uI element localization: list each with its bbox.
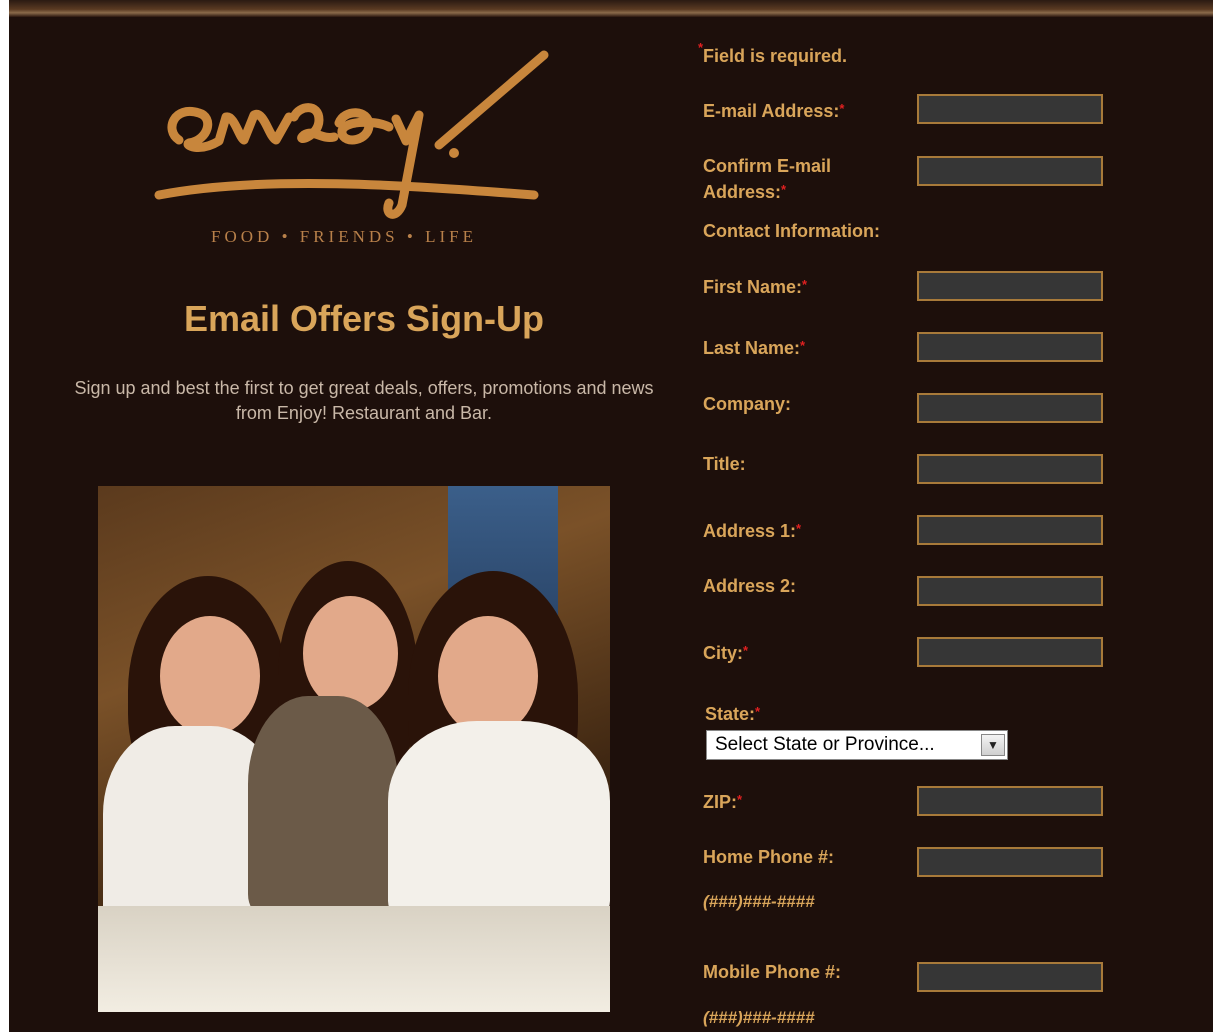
photo-table: [98, 906, 610, 1012]
logo-script: [154, 50, 549, 219]
photo-person-face: [303, 596, 398, 711]
company-label: Company:: [703, 394, 792, 414]
mobile-phone-field[interactable]: [917, 962, 1103, 992]
mobile-phone-label: Mobile Phone #:: [703, 962, 842, 982]
required-note-text: Field is required.: [703, 46, 848, 66]
photo-person-shirt: [388, 721, 610, 921]
top-bar: [9, 0, 1213, 17]
zip-label: ZIP:*: [703, 792, 743, 812]
page-intro: Sign up and best the first to get great …: [74, 378, 654, 423]
enjoy-logo[interactable]: [144, 30, 574, 250]
brand-tagline: FOOD • FRIENDS • LIFE: [211, 227, 477, 246]
address2-label: Address 2:: [703, 576, 797, 596]
home-phone-label: Home Phone #:: [703, 847, 835, 867]
last-name-label: Last Name:*: [703, 338, 806, 358]
logo-dot: [449, 148, 459, 158]
city-label: City:*: [703, 643, 749, 663]
photo-person-face: [438, 616, 538, 736]
address1-label: Address 1:*: [703, 521, 802, 541]
confirm-email-label: Confirm E-mail Address:*: [703, 156, 832, 202]
email-field[interactable]: [917, 94, 1103, 124]
zip-field[interactable]: [917, 786, 1103, 816]
first-name-field[interactable]: [917, 271, 1103, 301]
address2-field[interactable]: [917, 576, 1103, 606]
state-select-value: Select State or Province...: [715, 734, 935, 755]
mobile-phone-hint: (###)###-####: [703, 1008, 815, 1027]
title-field[interactable]: [917, 454, 1103, 484]
email-label: E-mail Address:*: [703, 101, 845, 121]
last-name-field[interactable]: [917, 332, 1103, 362]
contact-info-heading: Contact Information:: [703, 221, 880, 241]
state-label: State:*: [705, 704, 761, 724]
first-name-label: First Name:*: [703, 277, 808, 297]
city-field[interactable]: [917, 637, 1103, 667]
address1-field[interactable]: [917, 515, 1103, 545]
home-phone-hint: (###)###-####: [703, 892, 815, 911]
page-title: Email Offers Sign-Up: [183, 298, 545, 339]
confirm-email-field[interactable]: [917, 156, 1103, 186]
photo-person-face: [160, 616, 260, 736]
photo-person-shirt: [248, 696, 398, 916]
required-note: * Field is required.: [698, 40, 848, 67]
restaurant-photo: [98, 486, 610, 1012]
home-phone-field[interactable]: [917, 847, 1103, 877]
state-select[interactable]: Select State or Province... ▼: [706, 730, 1008, 760]
chevron-down-icon[interactable]: ▼: [981, 734, 1005, 756]
required-marker: *: [698, 40, 704, 55]
title-label: Title:: [703, 454, 746, 474]
company-field[interactable]: [917, 393, 1103, 423]
